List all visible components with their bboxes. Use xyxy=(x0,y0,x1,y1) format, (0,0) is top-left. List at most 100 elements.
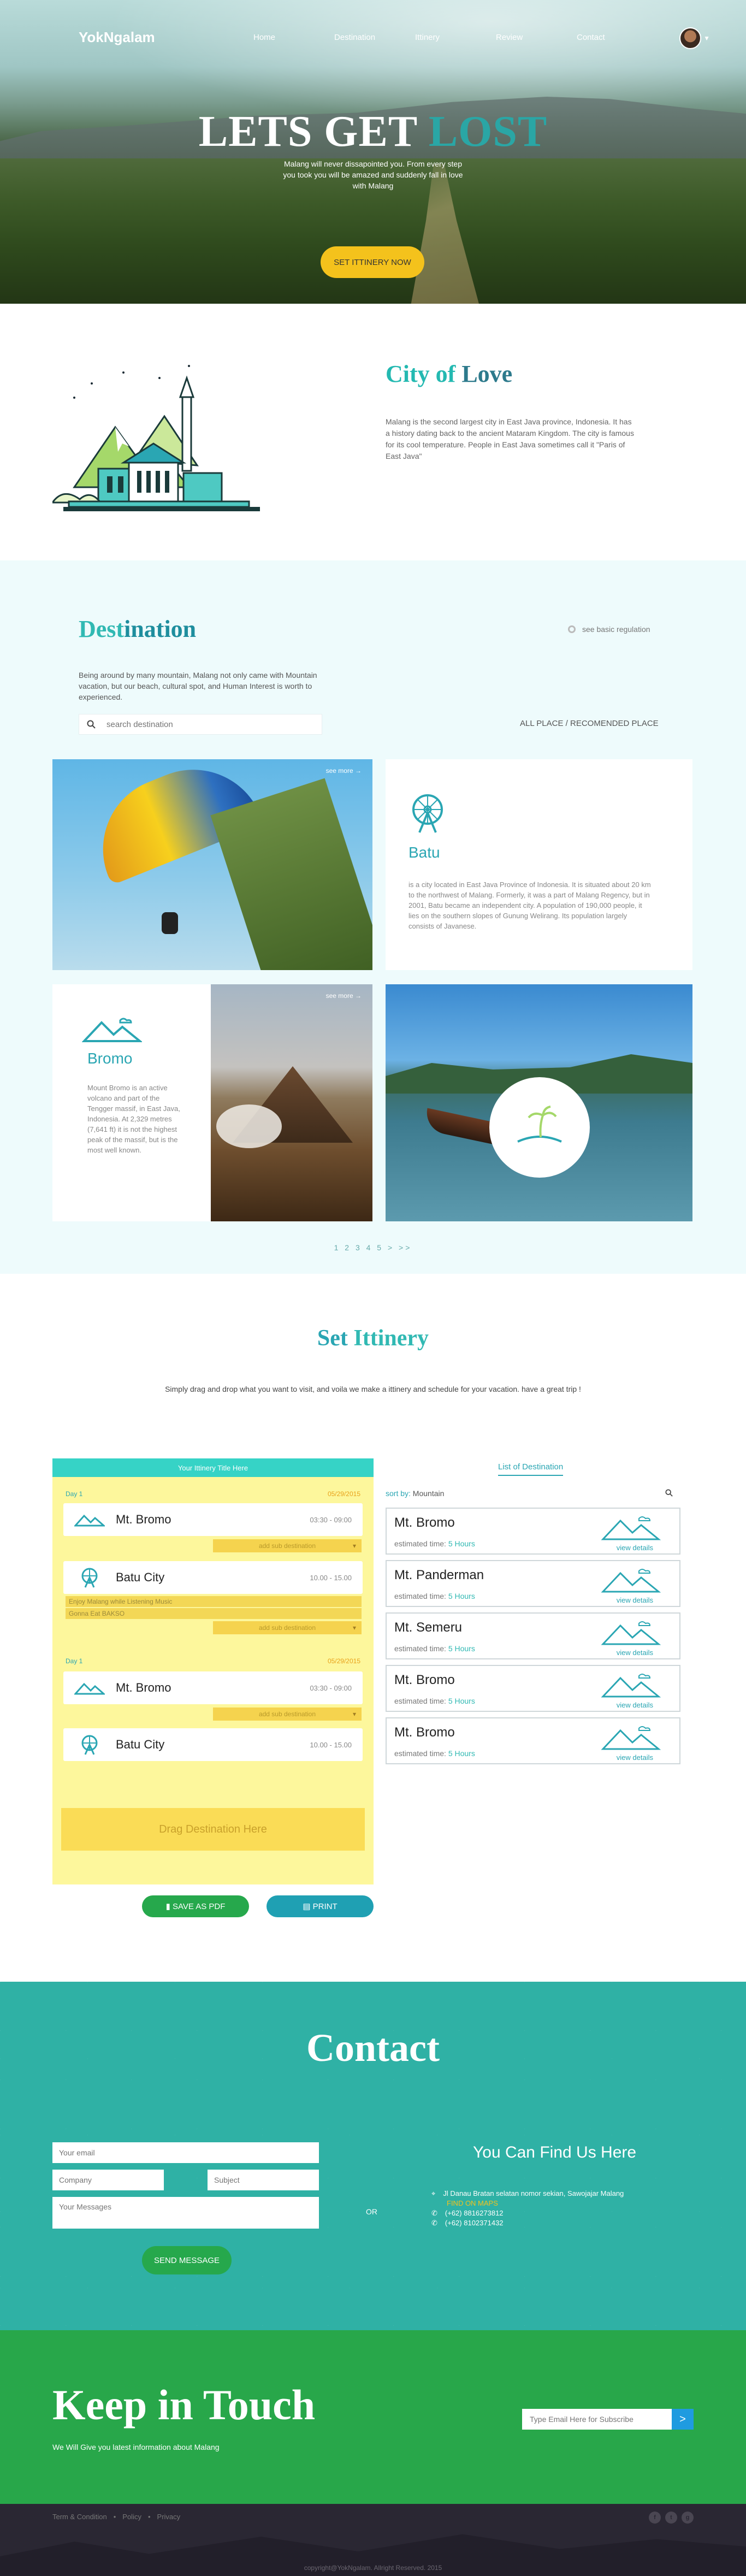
add-sub-destination[interactable]: add sub destination ▾ xyxy=(213,1539,362,1552)
tab-list-of-destination[interactable]: List of Destination xyxy=(498,1462,564,1476)
board-title[interactable]: Your Ittinery Title Here xyxy=(52,1458,374,1477)
estimated-label: estimated time: xyxy=(394,1539,446,1548)
nav-contact[interactable]: Contact xyxy=(577,33,658,42)
regulation-link[interactable]: see basic regulation xyxy=(568,625,650,634)
sort-control[interactable]: sort by: Mountain xyxy=(386,1489,444,1498)
itinerary-stop[interactable]: Mt. Bromo 03:30 - 09:00 xyxy=(63,1503,363,1536)
place-filter[interactable]: ALL PLACE / RECOMENDED PLACE xyxy=(520,719,659,728)
subscribe-button[interactable]: > xyxy=(672,2409,694,2430)
view-details-link[interactable]: view details xyxy=(617,1544,653,1552)
phone-row: ✆ (+62) 8102371432 xyxy=(431,2219,504,2228)
destination-list-item[interactable]: Mt. Bromo estimated time: 5 Hours view d… xyxy=(386,1717,680,1764)
day-date: 05/29/2015 xyxy=(327,1657,360,1665)
destination-list-item[interactable]: Mt. Semeru estimated time: 5 Hours view … xyxy=(386,1612,680,1659)
google-plus-icon[interactable]: g xyxy=(682,2512,694,2524)
hill-slope xyxy=(210,778,372,970)
destination-list-item[interactable]: Mt. Bromo estimated time: 5 Hours view d… xyxy=(386,1665,680,1712)
stop-time: 03:30 - 09:00 xyxy=(310,1515,352,1524)
see-more-label: see more xyxy=(325,767,353,775)
chevron-down-icon: ▾ xyxy=(352,1624,356,1632)
footer-links: Term & Condition • Policy • Privacy xyxy=(52,2513,180,2521)
search-input[interactable] xyxy=(106,719,303,729)
drag-drop-zone[interactable]: Drag Destination Here xyxy=(61,1808,365,1851)
estimated-hours: 5 Hours xyxy=(448,1697,475,1705)
estimated-hours: 5 Hours xyxy=(448,1592,475,1600)
itinerary-subtitle: Simply drag and drop what you want to vi… xyxy=(165,1385,581,1393)
stop-memo[interactable]: Enjoy Malang while Listening Music xyxy=(66,1596,362,1607)
estimated-time: estimated time: 5 Hours xyxy=(394,1644,475,1653)
estimated-label: estimated time: xyxy=(394,1697,446,1705)
batu-card[interactable]: Batu is a city located in East Java Prov… xyxy=(386,759,692,970)
company-field[interactable] xyxy=(52,2170,164,2190)
city-illustration xyxy=(52,365,260,511)
see-more-link[interactable]: see more → xyxy=(326,992,362,1000)
send-message-button[interactable]: SEND MESSAGE xyxy=(142,2246,232,2274)
nav-review[interactable]: Review xyxy=(496,33,577,42)
beach-photo[interactable] xyxy=(386,984,692,1221)
day-header: Day 1 05/29/2015 xyxy=(66,1657,360,1665)
find-on-maps-link[interactable]: FIND ON MAPS xyxy=(447,2199,498,2207)
find-us-title: You Can Find Us Here xyxy=(473,2143,637,2161)
set-ittinery-button[interactable]: SET ITTINERY NOW xyxy=(321,246,424,278)
nav-ittinery[interactable]: Ittinery xyxy=(415,33,496,42)
terms-link[interactable]: Term & Condition xyxy=(52,2513,107,2521)
destination-list-item[interactable]: Mt. Bromo estimated time: 5 Hours view d… xyxy=(386,1508,680,1555)
bromo-photo[interactable]: see more → xyxy=(211,984,372,1221)
itinerary-stop[interactable]: Batu City 10.00 - 15.00 xyxy=(63,1561,363,1594)
view-details-link[interactable]: view details xyxy=(617,1649,653,1657)
itinerary-title-b: Ittinery xyxy=(353,1326,429,1351)
save-pdf-label: SAVE AS PDF xyxy=(172,1902,226,1911)
view-details-link[interactable]: view details xyxy=(617,1596,653,1604)
contact-section: Contact OR SEND MESSAGE You Can Find Us … xyxy=(0,1982,746,2330)
destination-name: Mt. Bromo xyxy=(394,1725,455,1740)
print-button[interactable]: ▤ PRINT xyxy=(267,1895,374,1917)
destination-list-item[interactable]: Mt. Panderman estimated time: 5 Hours vi… xyxy=(386,1560,680,1607)
maps-row[interactable]: FIND ON MAPS xyxy=(447,2199,498,2207)
phone-1[interactable]: (+62) 8816273812 xyxy=(445,2209,504,2218)
nav-destination[interactable]: Destination xyxy=(334,33,415,42)
nav-home[interactable]: Home xyxy=(253,33,334,42)
itinerary-section: Set Ittinery Simply drag and drop what y… xyxy=(0,1274,746,1982)
chevron-down-icon[interactable]: ▼ xyxy=(703,34,710,42)
save-pdf-button[interactable]: ▮ SAVE AS PDF xyxy=(142,1895,249,1917)
destination-title-a: Dest xyxy=(79,616,125,642)
pagination[interactable]: 1 2 3 4 5 > >> xyxy=(0,1243,746,1252)
stop-memo[interactable]: Gonna Eat BAKSO xyxy=(66,1608,362,1619)
user-avatar[interactable] xyxy=(679,27,701,49)
search-icon[interactable] xyxy=(665,1489,673,1498)
top-nav: YokNgalam Home Destination Ittinery Revi… xyxy=(0,0,746,74)
message-field[interactable] xyxy=(52,2197,319,2229)
mountain-icon xyxy=(82,1018,142,1042)
estimated-label: estimated time: xyxy=(394,1749,446,1758)
view-details-link[interactable]: view details xyxy=(617,1753,653,1762)
facebook-icon[interactable]: f xyxy=(649,2512,661,2524)
ferris-wheel-icon xyxy=(412,794,443,833)
see-more-link[interactable]: see more → xyxy=(326,767,362,775)
twitter-icon[interactable]: t xyxy=(665,2512,677,2524)
estimated-hours: 5 Hours xyxy=(448,1644,475,1653)
itinerary-stop[interactable]: Batu City 10.00 - 15.00 xyxy=(63,1728,363,1761)
site-logo[interactable]: YokNgalam xyxy=(79,29,253,46)
itinerary-stop[interactable]: Mt. Bromo 03:30 - 09:00 xyxy=(63,1671,363,1704)
email-field[interactable] xyxy=(52,2142,319,2163)
itinerary-board[interactable]: Your Ittinery Title Here Day 1 05/29/201… xyxy=(52,1458,374,1884)
paragliding-photo[interactable]: see more → xyxy=(52,759,372,970)
destination-title: Destination xyxy=(79,615,196,643)
mountain-icon xyxy=(74,1682,105,1695)
privacy-link[interactable]: Privacy xyxy=(157,2513,181,2521)
subscribe-email-input[interactable] xyxy=(522,2409,672,2430)
stop-name: Mt. Bromo xyxy=(116,1512,171,1526)
contact-title: Contact xyxy=(306,2026,440,2070)
add-sub-label: add sub destination xyxy=(258,1624,316,1632)
add-sub-destination[interactable]: add sub destination ▾ xyxy=(213,1621,362,1634)
add-sub-destination[interactable]: add sub destination ▾ xyxy=(213,1708,362,1721)
palm-island-icon xyxy=(517,1106,562,1143)
stop-name: Batu City xyxy=(116,1570,165,1584)
destination-search xyxy=(79,714,322,735)
subject-field[interactable] xyxy=(208,2170,319,2190)
view-details-link[interactable]: view details xyxy=(617,1701,653,1709)
bromo-card[interactable]: Bromo Mount Bromo is an active volcano a… xyxy=(52,984,211,1221)
phone-icon: ✆ xyxy=(431,2219,437,2227)
phone-2[interactable]: (+62) 8102371432 xyxy=(445,2219,504,2228)
policy-link[interactable]: Policy xyxy=(122,2513,141,2521)
